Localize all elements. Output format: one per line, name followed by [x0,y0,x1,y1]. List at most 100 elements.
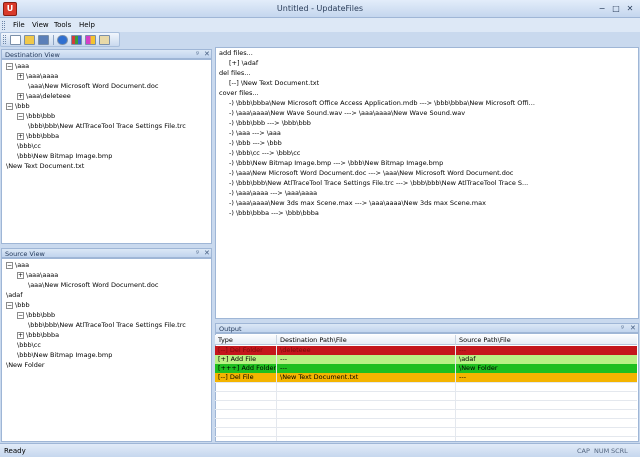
tree-node[interactable]: + \aaa\deleteee [17,92,71,101]
table-row[interactable]: [+] Add File --- \adaf [215,355,637,364]
tree-node[interactable]: − \aaa [6,62,29,71]
cell-destination: --- [280,355,288,363]
cell-source: --- [459,373,467,381]
source-view-header: Source View ᵍ ✕ [1,248,212,258]
tree-node[interactable]: + \aaa\aaaa [17,72,58,81]
expand-icon[interactable]: + [17,272,24,279]
tree-node[interactable]: \New Text Document.txt [6,162,84,171]
grid-line [215,391,637,392]
menu-file[interactable]: File [13,21,25,29]
tree-node[interactable]: \bbb\New Bitmap Image.bmp [17,152,112,161]
toolbar-grip-icon[interactable] [3,35,6,44]
tree-node[interactable]: \bbb\cc [17,341,41,350]
destination-pin-icon[interactable]: ᵍ [196,50,199,59]
menu-bar: File View Tools Help [0,18,640,32]
title-bar: U Untitled - UpdateFiles − □ ✕ [0,0,640,18]
expand-icon[interactable]: + [17,133,24,140]
source-tree[interactable]: − \aaa + \aaa\aaaa \aaa\New Microsoft Word D… [1,258,212,442]
log-line: -) \aaa\aaaa\New 3ds max Scene.max ---> … [229,199,486,207]
tree-node[interactable]: − \bbb [6,301,30,310]
source-close-icon[interactable]: ✕ [204,249,210,258]
log-line: -) \bbb\cc ---> \bbb\cc [229,149,301,157]
clipboard-icon[interactable] [99,35,110,45]
destination-close-icon[interactable]: ✕ [204,50,210,59]
maximize-button[interactable]: □ [610,3,622,14]
table-row[interactable]: [--] Del Folder \deleteee --- [215,346,637,355]
log-line: add files... [219,49,253,57]
tree-node-label: \New Text Document.txt [6,162,85,170]
tree-node-label: \aaa\deleteee [26,92,71,100]
log-line: [+] \adaf [229,59,259,67]
grid-icon[interactable] [71,35,82,45]
collapse-icon[interactable]: − [17,312,24,319]
output-close-icon[interactable]: ✕ [630,324,636,333]
minimize-button[interactable]: − [596,3,608,14]
new-icon[interactable] [10,35,21,45]
cell-source: \New Folder [459,364,498,372]
table-row[interactable]: [+++] Add Folder --- \New Folder [215,364,637,373]
log-line: -) \bbb\bbba\New Microsoft Office Access… [229,99,535,107]
cell-type: [--] Del Folder [218,346,263,354]
column-source[interactable]: Source Path\File [459,336,511,344]
tree-node[interactable]: − \aaa [6,261,29,270]
tree-node[interactable]: \bbb\New Bitmap Image.bmp [17,351,112,360]
column-type[interactable]: Type [218,336,233,344]
source-pin-icon[interactable]: ᵍ [196,249,199,258]
tree-node[interactable]: \adaf [6,291,23,300]
tree-node[interactable]: − \bbb [6,102,30,111]
tree-node-label: \aaa [15,261,30,269]
tree-node[interactable]: \bbb\cc [17,142,41,151]
help-icon[interactable] [57,35,68,45]
collapse-icon[interactable]: − [6,262,13,269]
log-line: [--] \New Text Document.txt [229,79,320,87]
log-line: -) \aaa\New Microsoft Word Document.doc … [229,169,514,177]
grid-line [215,400,637,401]
tree-node[interactable]: \bbb\bbb\New AtlTraceTool Trace Settings… [28,321,186,330]
menu-help[interactable]: Help [79,21,95,29]
collapse-icon[interactable]: − [17,113,24,120]
log-line: -) \bbb\bbba ---> \bbb\bbba [229,209,319,217]
expand-icon[interactable]: + [17,73,24,80]
collapse-icon[interactable]: − [6,63,13,70]
column-destination[interactable]: Destination Path\File [280,336,347,344]
save-icon[interactable] [38,35,49,45]
tree-node-label: \bbb\cc [17,142,41,150]
log-line: -) \aaa\aaaa\New Wave Sound.wav ---> \aa… [229,109,466,117]
color-icon[interactable] [85,35,96,45]
tree-node[interactable]: + \aaa\aaaa [17,271,58,280]
column-divider[interactable] [276,335,277,345]
menu-view[interactable]: View [32,21,49,29]
log-view[interactable]: add files... [+] \adaf del files... [--] \N… [215,47,639,319]
tree-node[interactable]: \aaa\New Microsoft Word Document.doc [28,281,158,290]
grid-line [215,382,637,383]
log-line: -) \aaa ---> \aaa [229,129,281,137]
num-indicator: NUM [594,447,610,455]
expand-icon[interactable]: + [17,93,24,100]
column-divider[interactable] [455,335,456,345]
destination-tree[interactable]: − \aaa + \aaa\aaaa \aaa\New Microsoft Word D… [1,59,212,244]
source-view-title: Source View [5,250,45,258]
table-row[interactable]: [--] Del File \New Text Document.txt --- [215,373,637,382]
cell-destination: --- [280,364,288,372]
toolbar [0,32,120,47]
open-icon[interactable] [24,35,35,45]
tree-node[interactable]: \aaa\New Microsoft Word Document.doc [28,82,158,91]
menu-grip-icon[interactable] [2,21,5,30]
tree-node[interactable]: \New Folder [6,361,45,370]
collapse-icon[interactable]: − [6,103,13,110]
cell-destination: \deleteee [280,346,311,354]
tree-node[interactable]: \bbb\bbb\New AtlTraceTool Trace Settings… [28,122,186,131]
close-button[interactable]: ✕ [624,3,636,14]
log-line: -) \bbb\bbb\New AtlTraceTool Trace Setti… [229,179,529,187]
tree-node[interactable]: − \bbb\bbb [17,311,55,320]
tree-node[interactable]: + \bbb\bbba [17,331,59,340]
menu-tools[interactable]: Tools [54,21,71,29]
collapse-icon[interactable]: − [6,302,13,309]
expand-icon[interactable]: + [17,332,24,339]
tree-node[interactable]: + \bbb\bbba [17,132,59,141]
log-line: cover files... [219,89,259,97]
tree-node-label: \aaa\New Microsoft Word Document.doc [28,82,159,90]
output-pin-icon[interactable]: ᵍ [621,324,624,333]
grid-line [215,427,637,428]
tree-node[interactable]: − \bbb\bbb [17,112,55,121]
